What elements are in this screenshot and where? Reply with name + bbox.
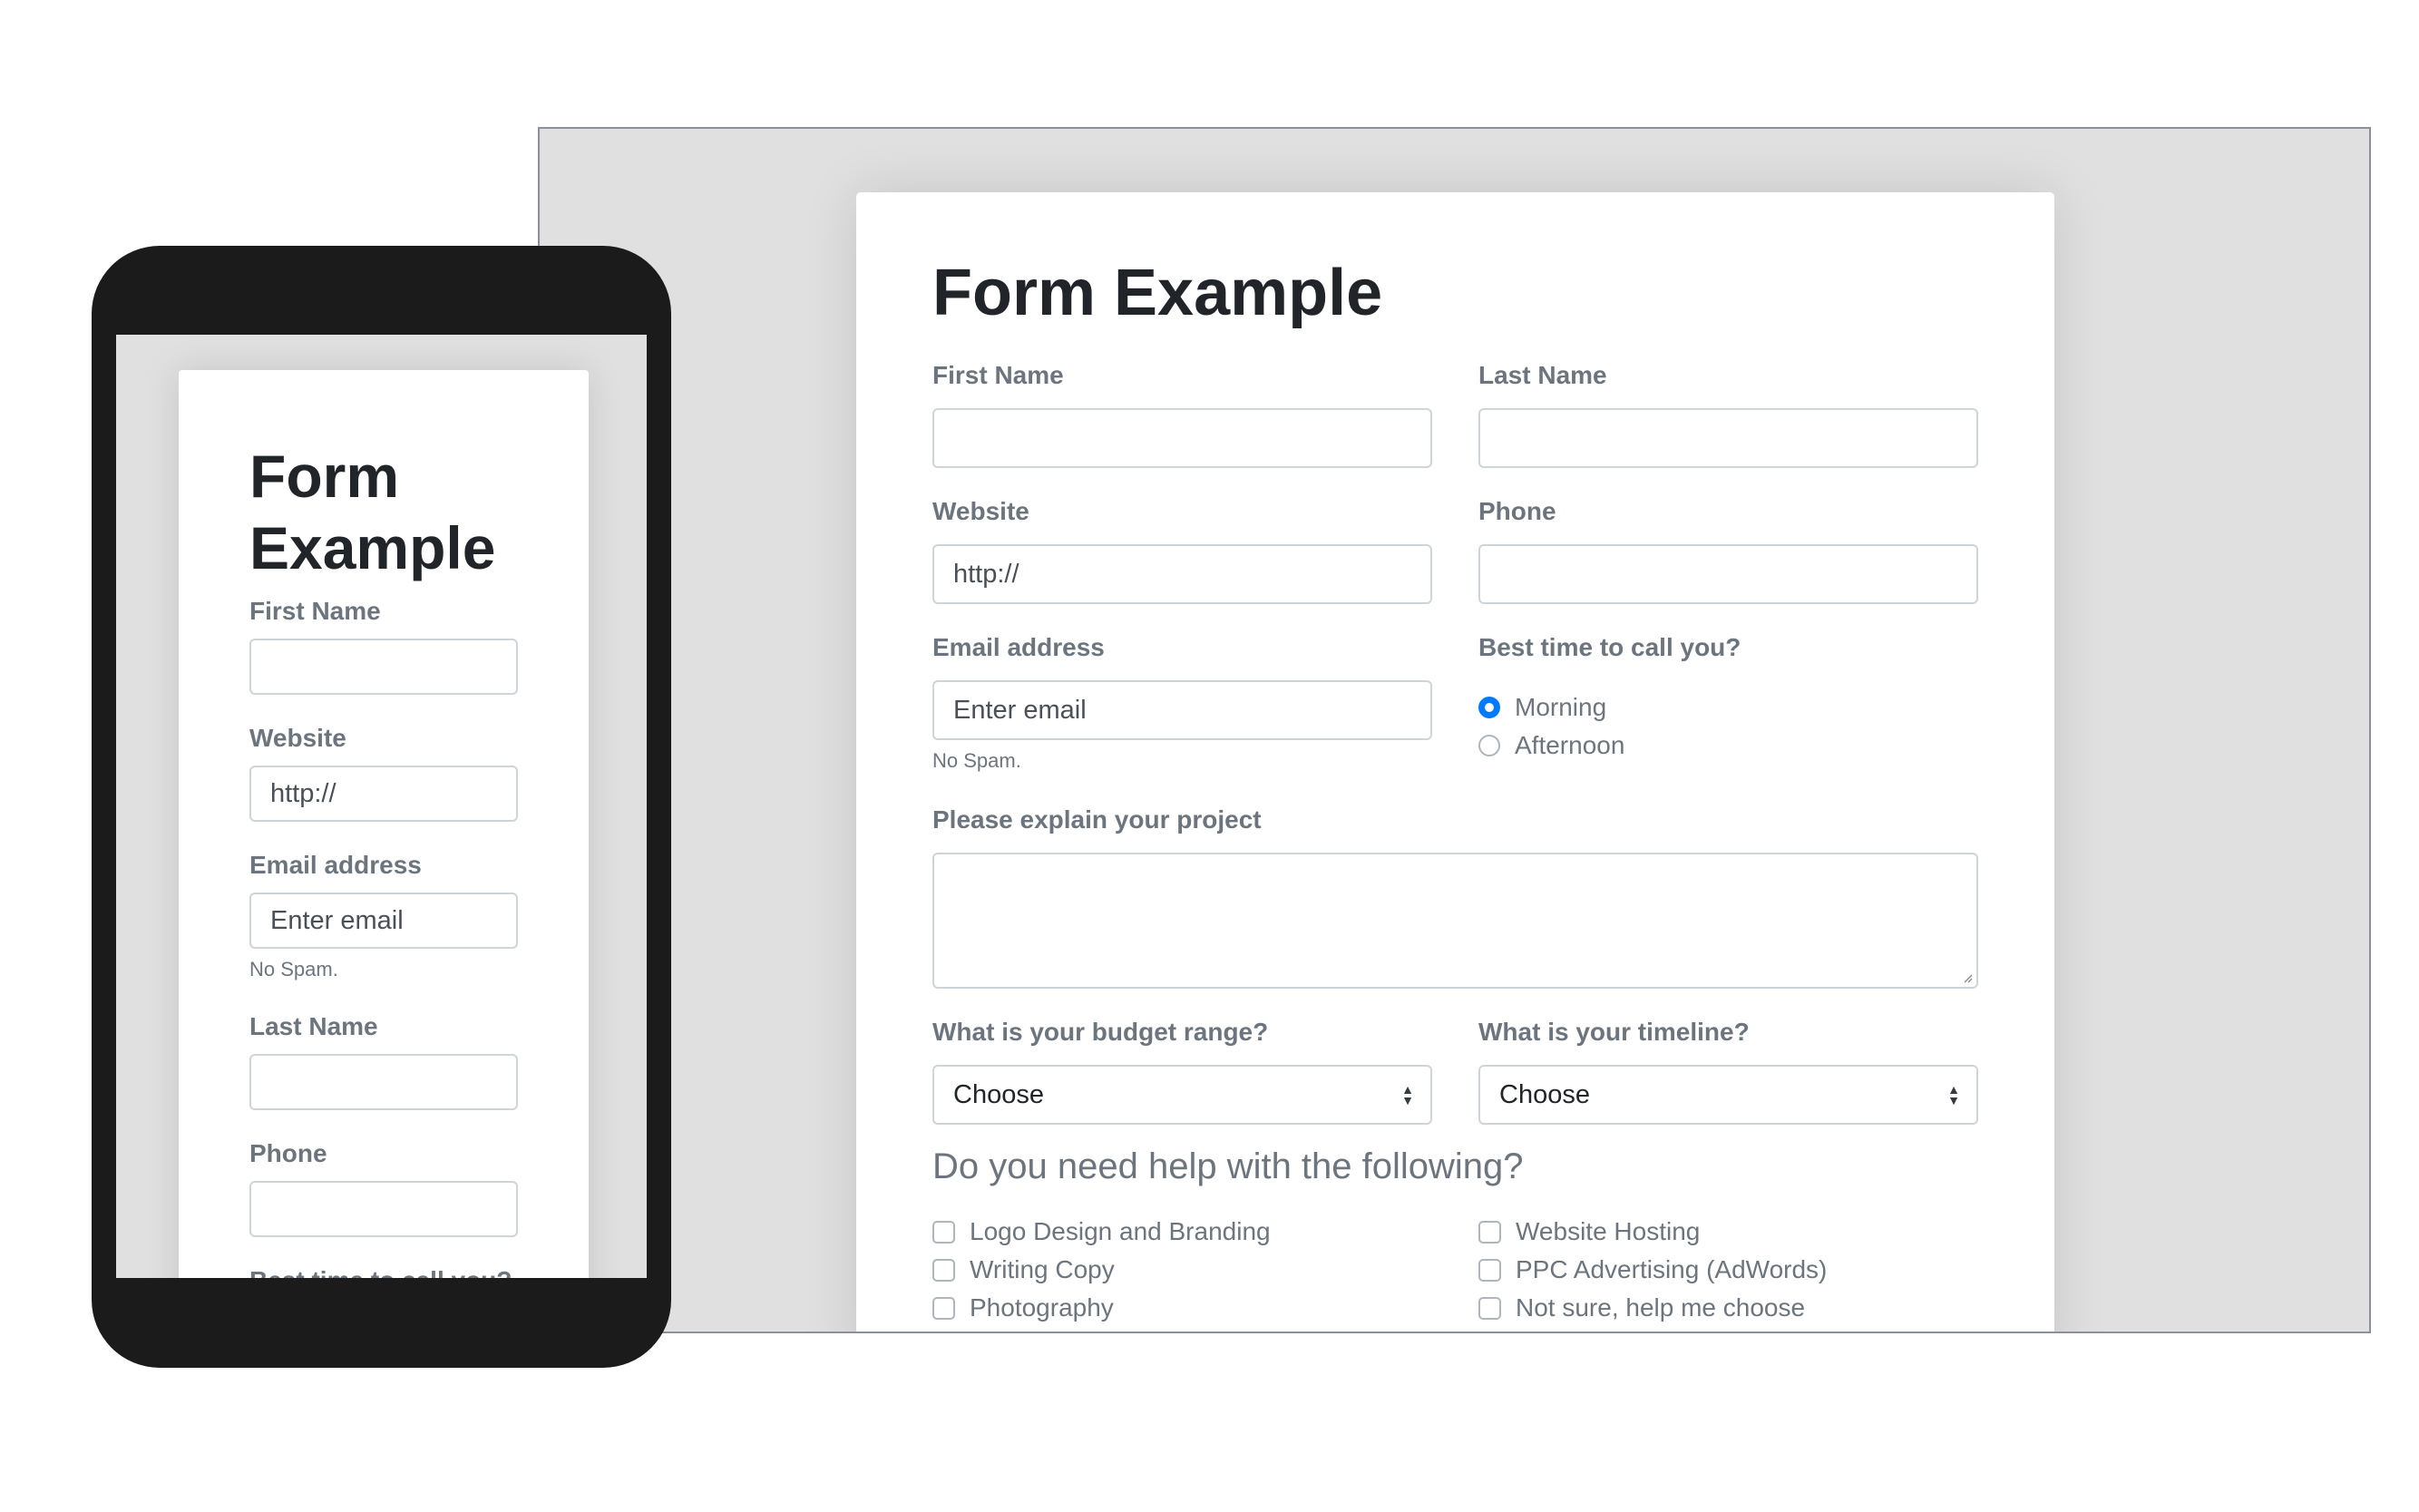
checkbox-label: Not sure, help me choose xyxy=(1516,1293,1806,1322)
page-title: Form Example xyxy=(932,257,1383,329)
resize-handle-icon[interactable] xyxy=(1962,972,1973,983)
mobile-last-name-input[interactable] xyxy=(249,1054,518,1110)
mobile-call-time-label: Best time to call you? xyxy=(249,1266,512,1278)
mobile-last-name-label: Last Name xyxy=(249,1012,378,1040)
mobile-title-line1: Form xyxy=(249,443,399,510)
mobile-phone-input[interactable] xyxy=(249,1181,518,1237)
budget-select[interactable]: Choose ▲ ▼ xyxy=(932,1065,1432,1125)
mobile-email-help: No Spam. xyxy=(249,958,338,980)
checkbox-icon xyxy=(1478,1258,1501,1282)
timeline-label: What is your timeline? xyxy=(1478,1018,1750,1046)
phone-screen: Form Example First Name Website http:// … xyxy=(116,335,647,1278)
email-label: Email address xyxy=(932,633,1105,661)
email-placeholder: Enter email xyxy=(953,695,1087,725)
mobile-email-input[interactable]: Enter email xyxy=(249,893,518,949)
checkbox-icon xyxy=(1478,1220,1501,1244)
mobile-email-placeholder: Enter email xyxy=(270,905,404,935)
mobile-website-label: Website xyxy=(249,724,346,752)
checkbox-website-hosting[interactable]: Website Hosting xyxy=(1478,1217,1700,1246)
mobile-first-name-label: First Name xyxy=(249,597,381,625)
project-textarea[interactable] xyxy=(932,853,1978,989)
project-label: Please explain your project xyxy=(932,805,1262,834)
mobile-first-name-input[interactable] xyxy=(249,639,518,695)
mobile-page-title: Form Example xyxy=(249,441,495,584)
checkbox-label: PPC Advertising (AdWords) xyxy=(1516,1255,1828,1283)
first-name-label: First Name xyxy=(932,361,1064,389)
checkbox-label: Logo Design and Branding xyxy=(970,1217,1271,1245)
mobile-website-placeholder: http:// xyxy=(270,778,337,808)
checkbox-logo-design[interactable]: Logo Design and Branding xyxy=(932,1217,1271,1246)
checkbox-label: Website Hosting xyxy=(1516,1217,1701,1245)
budget-label: What is your budget range? xyxy=(932,1018,1269,1046)
radio-checked-icon xyxy=(1478,697,1500,718)
radio-unchecked-icon xyxy=(1478,735,1500,756)
email-input[interactable]: Enter email xyxy=(932,680,1432,740)
mobile-website-input[interactable]: http:// xyxy=(249,766,518,822)
mobile-form-card: Form Example First Name Website http:// … xyxy=(179,370,589,1278)
mobile-phone-label: Phone xyxy=(249,1139,327,1167)
first-name-input[interactable] xyxy=(932,408,1432,468)
phone-input[interactable] xyxy=(1478,544,1978,604)
checkbox-label: Writing Copy xyxy=(970,1255,1115,1283)
email-help-text: No Spam. xyxy=(932,749,1021,772)
checkbox-writing-copy[interactable]: Writing Copy xyxy=(932,1255,1115,1284)
radio-afternoon-label: Afternoon xyxy=(1515,731,1625,759)
website-label: Website xyxy=(932,497,1029,525)
checkbox-icon xyxy=(1478,1296,1501,1320)
phone-frame: Form Example First Name Website http:// … xyxy=(92,246,671,1368)
radio-morning-label: Morning xyxy=(1515,693,1607,721)
checkbox-photography[interactable]: Photography xyxy=(932,1293,1114,1322)
checkbox-icon xyxy=(932,1220,955,1244)
website-input[interactable]: http:// xyxy=(932,544,1432,604)
phone-label: Phone xyxy=(1478,497,1556,525)
checkbox-not-sure[interactable]: Not sure, help me choose xyxy=(1478,1293,1805,1322)
timeline-select[interactable]: Choose ▲ ▼ xyxy=(1478,1065,1978,1125)
last-name-label: Last Name xyxy=(1478,361,1607,389)
checkbox-ppc-advertising[interactable]: PPC Advertising (AdWords) xyxy=(1478,1255,1827,1284)
mobile-email-label: Email address xyxy=(249,851,422,879)
radio-morning[interactable]: Morning xyxy=(1478,693,1606,722)
call-time-label: Best time to call you? xyxy=(1478,633,1741,661)
mobile-title-line2: Example xyxy=(249,514,496,581)
form-card: Form Example First Name Last Name Websit… xyxy=(856,192,2054,1332)
radio-afternoon[interactable]: Afternoon xyxy=(1478,731,1624,760)
select-arrows-icon: ▲ ▼ xyxy=(1401,1082,1414,1107)
budget-selected-value: Choose xyxy=(953,1079,1044,1109)
last-name-input[interactable] xyxy=(1478,408,1978,468)
help-heading: Do you need help with the following? xyxy=(932,1146,1524,1186)
checkbox-icon xyxy=(932,1258,955,1282)
select-arrows-icon: ▲ ▼ xyxy=(1947,1082,1960,1107)
desktop-browser-frame: Form Example First Name Last Name Websit… xyxy=(538,127,2371,1333)
website-placeholder: http:// xyxy=(953,559,1019,589)
timeline-selected-value: Choose xyxy=(1499,1079,1590,1109)
checkbox-icon xyxy=(932,1296,955,1320)
checkbox-label: Photography xyxy=(970,1293,1114,1322)
